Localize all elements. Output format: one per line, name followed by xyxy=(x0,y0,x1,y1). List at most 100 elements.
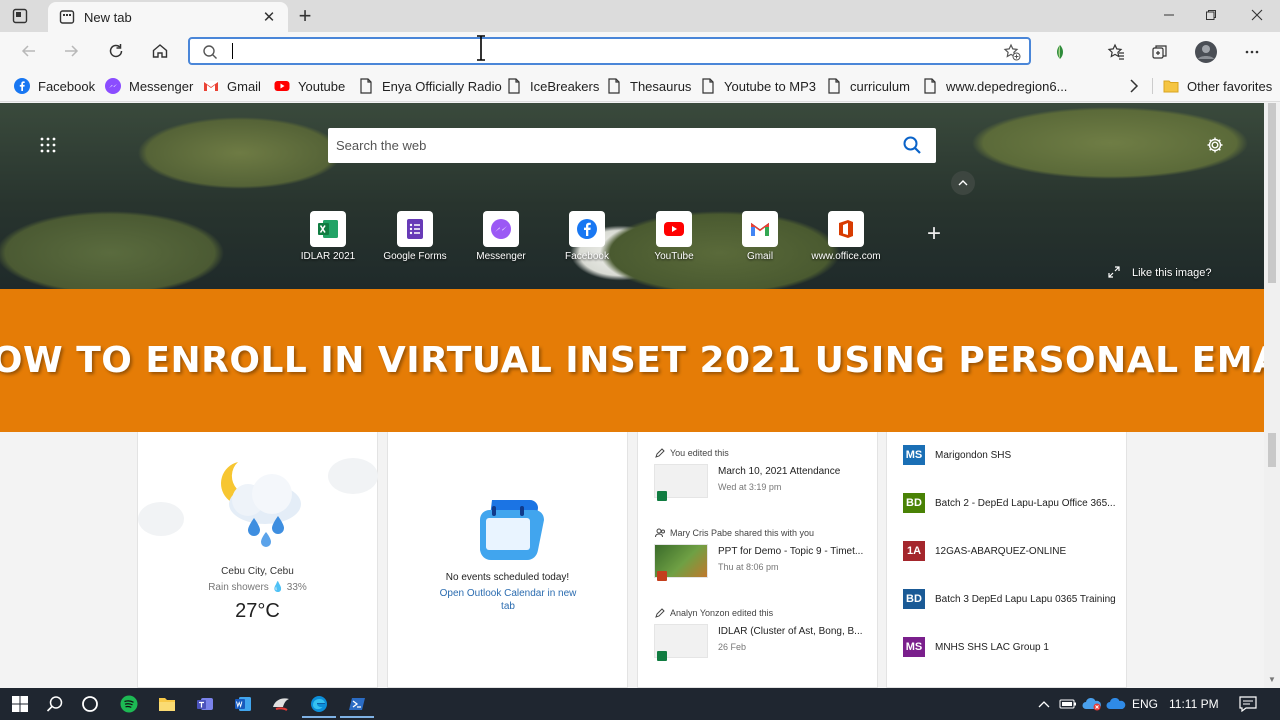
refresh-button[interactable] xyxy=(103,38,129,64)
app-launcher-icon[interactable] xyxy=(40,137,56,153)
file-row[interactable]: March 10, 2021 Attendance Wed at 3:19 pm xyxy=(654,464,869,502)
file-row[interactable]: IDLAR (Cluster of Ast, Bong, B... 26 Feb xyxy=(654,624,869,662)
edge-browser-icon[interactable] xyxy=(307,692,331,716)
minimize-button[interactable] xyxy=(1146,0,1192,30)
excel-icon xyxy=(657,651,667,661)
spotify-icon[interactable] xyxy=(117,692,141,716)
group-avatar: MS xyxy=(903,637,925,657)
quick-link-youtube[interactable]: YouTube xyxy=(639,211,709,262)
back-button[interactable] xyxy=(16,38,42,64)
powershell-icon[interactable] xyxy=(345,692,369,716)
show-hidden-icons-chevron-up-icon[interactable] xyxy=(1032,692,1056,716)
close-window-button[interactable] xyxy=(1234,0,1280,30)
quick-link-label: Messenger xyxy=(476,251,526,262)
battery-icon[interactable] xyxy=(1056,692,1080,716)
file-item[interactable]: Mary Cris Pabe shared this with you PPT … xyxy=(654,526,869,582)
scrollbar-thumb[interactable] xyxy=(1268,103,1276,283)
group-name: Marigondon SHS xyxy=(935,449,1012,461)
favorite-label: curriculum xyxy=(850,78,910,94)
favorite-label: Thesaurus xyxy=(630,78,692,94)
more-favorites-chevron-icon[interactable] xyxy=(1126,76,1142,96)
file-date: 26 Feb xyxy=(718,642,747,652)
favorite-thesaurus[interactable]: Thesaurus xyxy=(606,76,691,96)
file-item[interactable]: Analyn Yonzon edited this IDLAR (Cluster… xyxy=(654,606,869,662)
open-outlook-calendar-link[interactable]: Open Outlook Calendar in new tab xyxy=(438,587,578,613)
group-item[interactable]: BD Batch 2 - DepEd Lapu-Lapu Office 365.… xyxy=(903,493,1123,513)
notifications-icon[interactable] xyxy=(1236,692,1260,716)
group-item[interactable]: 1A 12GAS-ABARQUEZ-ONLINE xyxy=(903,541,1123,561)
file-item[interactable]: You edited this March 10, 2021 Attendanc… xyxy=(654,446,869,502)
address-bar[interactable] xyxy=(188,37,1031,65)
weather-condition: Rain showers xyxy=(208,582,269,593)
system-clock[interactable]: 11:11 PM xyxy=(1169,697,1219,711)
tab-new-tab[interactable]: New tab ✕ xyxy=(48,2,288,32)
file-explorer-icon[interactable] xyxy=(155,692,179,716)
scrollbar-thumb[interactable] xyxy=(1268,433,1276,467)
taskbar-search-icon[interactable] xyxy=(43,692,67,716)
quick-link-office[interactable]: www.office.com xyxy=(811,211,881,262)
favorite-label: Messenger xyxy=(129,78,194,94)
gear-icon[interactable] xyxy=(1206,136,1224,154)
messenger-icon xyxy=(105,78,121,94)
restore-button[interactable] xyxy=(1188,0,1234,30)
like-image-label: Like this image? xyxy=(1132,267,1212,279)
add-favorite-icon[interactable] xyxy=(1003,43,1021,64)
pencil-icon xyxy=(654,447,666,459)
facebook-icon xyxy=(569,211,605,247)
word-icon[interactable] xyxy=(231,692,255,716)
web-search-box[interactable] xyxy=(328,128,936,163)
file-thumbnail xyxy=(654,464,708,501)
tab-close-icon[interactable]: ✕ xyxy=(260,8,278,26)
file-activity-text: Analyn Yonzon edited this xyxy=(670,608,774,618)
favorite-curriculum[interactable]: curriculum xyxy=(826,76,910,96)
gmail-icon xyxy=(203,78,219,94)
favorite-icebreakers[interactable]: IceBreakers xyxy=(506,76,599,96)
cloud-decoration xyxy=(328,458,378,494)
forward-button[interactable] xyxy=(58,38,84,64)
quick-link-label: YouTube xyxy=(654,251,694,262)
home-button[interactable] xyxy=(147,38,173,64)
add-quick-link-button[interactable]: + xyxy=(924,222,944,246)
calendar-card: No events scheduled today! Open Outlook … xyxy=(387,432,628,688)
favorite-messenger[interactable]: Messenger xyxy=(105,76,193,96)
group-item[interactable]: MS MNHS SHS LAC Group 1 xyxy=(903,637,1123,657)
new-tab-button[interactable]: + xyxy=(294,3,316,28)
address-input[interactable] xyxy=(230,41,990,61)
favorite-gmail[interactable]: Gmail xyxy=(203,76,261,96)
media-app-icon[interactable] xyxy=(269,692,293,716)
cloud-sync-icon[interactable] xyxy=(1080,692,1104,716)
windows-start-icon[interactable] xyxy=(8,692,32,716)
weather-card[interactable]: Cebu City, Cebu Rain showers 💧 33% 27°C xyxy=(137,432,378,688)
favorites-icon[interactable] xyxy=(1104,40,1128,64)
collapse-chevron-up-icon[interactable] xyxy=(951,171,975,195)
web-search-input[interactable] xyxy=(336,134,876,156)
quick-link-messenger[interactable]: Messenger xyxy=(466,211,536,262)
like-image-link[interactable]: Like this image? xyxy=(1108,265,1212,281)
extension-icon[interactable] xyxy=(1048,40,1072,64)
favorite-enya-radio[interactable]: Enya Officially Radio xyxy=(358,76,502,96)
folder-icon xyxy=(1163,78,1179,94)
quick-link-gmail[interactable]: Gmail xyxy=(725,211,795,262)
collections-icon[interactable] xyxy=(1148,40,1172,64)
favorite-facebook[interactable]: Facebook xyxy=(14,76,95,96)
onedrive-icon[interactable] xyxy=(1104,692,1128,716)
group-item[interactable]: BD Batch 3 DepEd Lapu Lapu 0365 Training xyxy=(903,589,1123,609)
tab-actions-icon[interactable] xyxy=(10,6,30,26)
favorite-depedregion6[interactable]: www.depedregion6... xyxy=(922,76,1067,96)
scroll-down-arrow-icon[interactable]: ▼ xyxy=(1268,675,1276,684)
profile-avatar[interactable] xyxy=(1194,40,1218,64)
favorite-youtube-to-mp3[interactable]: Youtube to MP3 xyxy=(700,76,816,96)
more-options-icon[interactable] xyxy=(1240,40,1264,64)
quick-link-google-forms[interactable]: Google Forms xyxy=(380,211,450,262)
quick-link-facebook[interactable]: Facebook xyxy=(552,211,622,262)
teams-icon[interactable] xyxy=(193,692,217,716)
group-item[interactable]: MS Marigondon SHS xyxy=(903,445,1123,465)
search-icon[interactable] xyxy=(902,135,922,155)
favorite-youtube[interactable]: Youtube xyxy=(274,76,345,96)
language-indicator[interactable]: ENG xyxy=(1132,697,1158,711)
quick-link-idlar[interactable]: IDLAR 2021 xyxy=(293,211,363,262)
page-scrollbar[interactable]: ▼ xyxy=(1264,103,1280,688)
other-favorites-folder[interactable]: Other favorites xyxy=(1163,76,1272,96)
cortana-icon[interactable] xyxy=(78,692,102,716)
file-row[interactable]: PPT for Demo - Topic 9 - Timet... Thu at… xyxy=(654,544,869,582)
